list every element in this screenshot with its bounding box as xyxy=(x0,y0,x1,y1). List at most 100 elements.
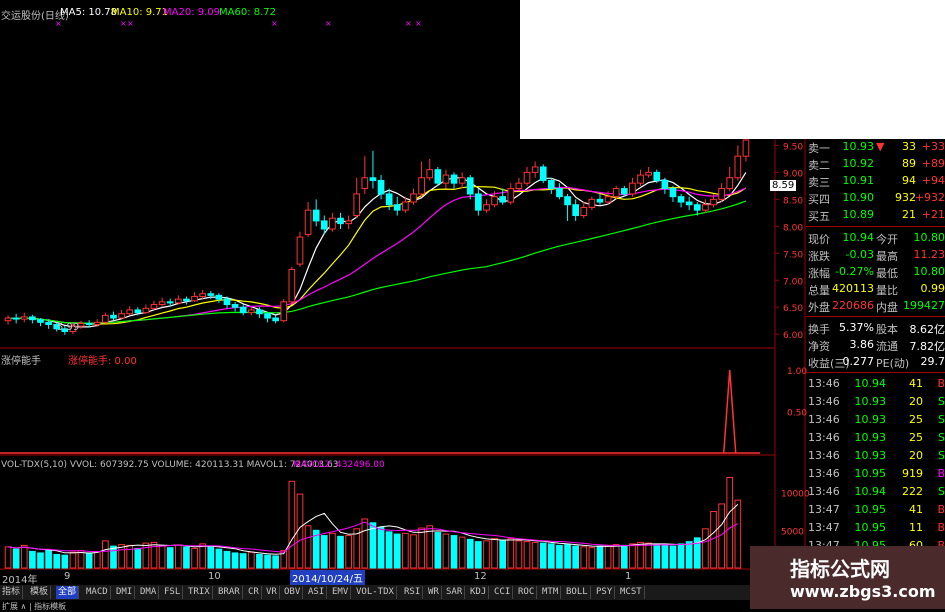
stats-row: 涨幅-0.27%最低10.80 xyxy=(806,264,945,281)
quote-cell: 13:46 xyxy=(808,467,840,480)
quote-cell: 买四 xyxy=(808,191,830,207)
tab-obv[interactable]: OBV xyxy=(282,586,303,599)
quote-cell: 932 xyxy=(895,191,916,204)
quote-cell: B xyxy=(937,521,945,534)
quote-cell: 10.80 xyxy=(914,265,945,278)
volume-bar xyxy=(394,534,400,568)
candle-body xyxy=(711,199,717,204)
price-tick-label: 6.00 xyxy=(783,331,803,341)
quote-cell: 11.23 xyxy=(914,248,945,261)
candle-body xyxy=(38,320,44,323)
volume-bar xyxy=(103,541,109,568)
tab-wr[interactable]: WR xyxy=(426,586,442,599)
volume-bar xyxy=(321,536,327,568)
tab-指标[interactable]: 指标 xyxy=(0,586,23,599)
candle-body xyxy=(281,302,287,321)
volume-bar xyxy=(662,545,668,568)
candle-body xyxy=(362,178,368,189)
quote-cell: 10.90 xyxy=(843,191,875,204)
quote-cell: 13:46 xyxy=(808,395,840,408)
date-m12: 12 xyxy=(474,571,487,582)
candle-body xyxy=(508,189,514,202)
quote-cell: S xyxy=(938,395,945,408)
candle-body xyxy=(581,207,587,215)
quote-cell: 420113 xyxy=(832,282,874,295)
quote-cell: 89 xyxy=(902,157,916,170)
tab-dmi[interactable]: DMI xyxy=(114,586,135,599)
bottom-left-menu[interactable]: 扩展 ∧ | 指标模板 xyxy=(2,601,66,612)
tab-boll[interactable]: BOLL xyxy=(564,586,591,599)
tab-rsi[interactable]: RSI xyxy=(402,586,423,599)
candle-body xyxy=(443,175,449,183)
tab-mcst[interactable]: MCST xyxy=(618,586,645,599)
low-label: 5.99 xyxy=(57,322,79,333)
quote-cell: 94 xyxy=(902,174,916,187)
tab-vol-tdx[interactable]: VOL-TDX xyxy=(354,586,397,599)
signal-marker: × xyxy=(120,19,127,28)
quote-cell: 流通 xyxy=(876,338,898,354)
volume-bar xyxy=(508,539,514,568)
watermark-title: 指标公式网 xyxy=(790,553,890,582)
volume-bar xyxy=(224,551,230,568)
tab-cci[interactable]: CCI xyxy=(492,586,513,599)
indicator-name: 涨停能手 xyxy=(1,352,41,367)
tab-kdj[interactable]: KDJ xyxy=(468,586,489,599)
price-tick-label: 9.00 xyxy=(783,169,803,179)
quote-cell: B xyxy=(937,503,945,516)
date-axis: 2014年 9 10 2014/10/24/五 12 1 xyxy=(0,570,750,584)
tick-row: 13:4610.95919B xyxy=(806,466,945,483)
candle-body xyxy=(338,218,344,223)
candle-body xyxy=(192,296,198,300)
quote-cell: 0.277 xyxy=(843,355,875,368)
order-book-row: 买四10.90932+932 xyxy=(806,190,945,207)
quote-cell: -0.03 xyxy=(846,248,874,261)
volume-bar xyxy=(200,544,206,568)
candle-body xyxy=(492,197,498,205)
candle-body xyxy=(589,199,595,207)
volume-bar xyxy=(597,546,603,568)
candle-body xyxy=(86,323,92,324)
candle-body xyxy=(297,237,303,264)
tab-fsl[interactable]: FSL xyxy=(162,586,183,599)
price-tag: 8.59 xyxy=(770,180,796,191)
tab-asi[interactable]: ASI xyxy=(306,586,327,599)
volume-bar xyxy=(492,539,498,568)
candle-body xyxy=(184,299,190,301)
tick-row: 13:4610.94222S xyxy=(806,484,945,501)
tab-vr[interactable]: VR xyxy=(264,586,280,599)
candle-body xyxy=(386,194,392,205)
tab-roc[interactable]: ROC xyxy=(516,586,537,599)
volume-bar xyxy=(86,553,92,568)
tab-mtm[interactable]: MTM xyxy=(540,586,561,599)
volume-bar xyxy=(403,533,409,568)
candle-body xyxy=(13,318,19,319)
volume-bar xyxy=(411,535,417,568)
quote-cell: 10.93 xyxy=(855,449,887,462)
candle-body xyxy=(621,189,627,194)
price-tick-label: 9.50 xyxy=(783,142,803,152)
tab-dma[interactable]: DMA xyxy=(138,586,159,599)
volume-bar xyxy=(500,540,506,568)
candle-body xyxy=(200,294,206,297)
candle-body xyxy=(127,310,133,314)
tab-cr[interactable]: CR xyxy=(246,586,262,599)
tab-macd[interactable]: MACD xyxy=(84,586,111,599)
tab-sar[interactable]: SAR xyxy=(444,586,465,599)
tab-模板[interactable]: 模板 xyxy=(28,586,51,599)
quote-cell: 13:47 xyxy=(808,503,840,516)
quote-cell: B xyxy=(937,377,945,390)
cursor-date: 2014/10/24/五 xyxy=(290,570,365,585)
tick-row: 13:4610.9320S xyxy=(806,394,945,411)
tick-row: 13:4710.9511B xyxy=(806,520,945,537)
quote-cell: 内盘 xyxy=(876,299,898,315)
tab-emv[interactable]: EMV xyxy=(330,586,351,599)
quote-cell: 净资 xyxy=(808,338,830,354)
candle-body xyxy=(524,172,530,183)
tab-全部[interactable]: 全部 xyxy=(56,586,79,599)
tab-psy[interactable]: PSY xyxy=(594,586,615,599)
candle-body xyxy=(208,294,214,296)
quote-cell: 21 xyxy=(902,208,916,221)
tab-trix[interactable]: TRIX xyxy=(186,586,213,599)
volume-bar xyxy=(362,519,368,568)
tab-brar[interactable]: BRAR xyxy=(216,586,243,599)
